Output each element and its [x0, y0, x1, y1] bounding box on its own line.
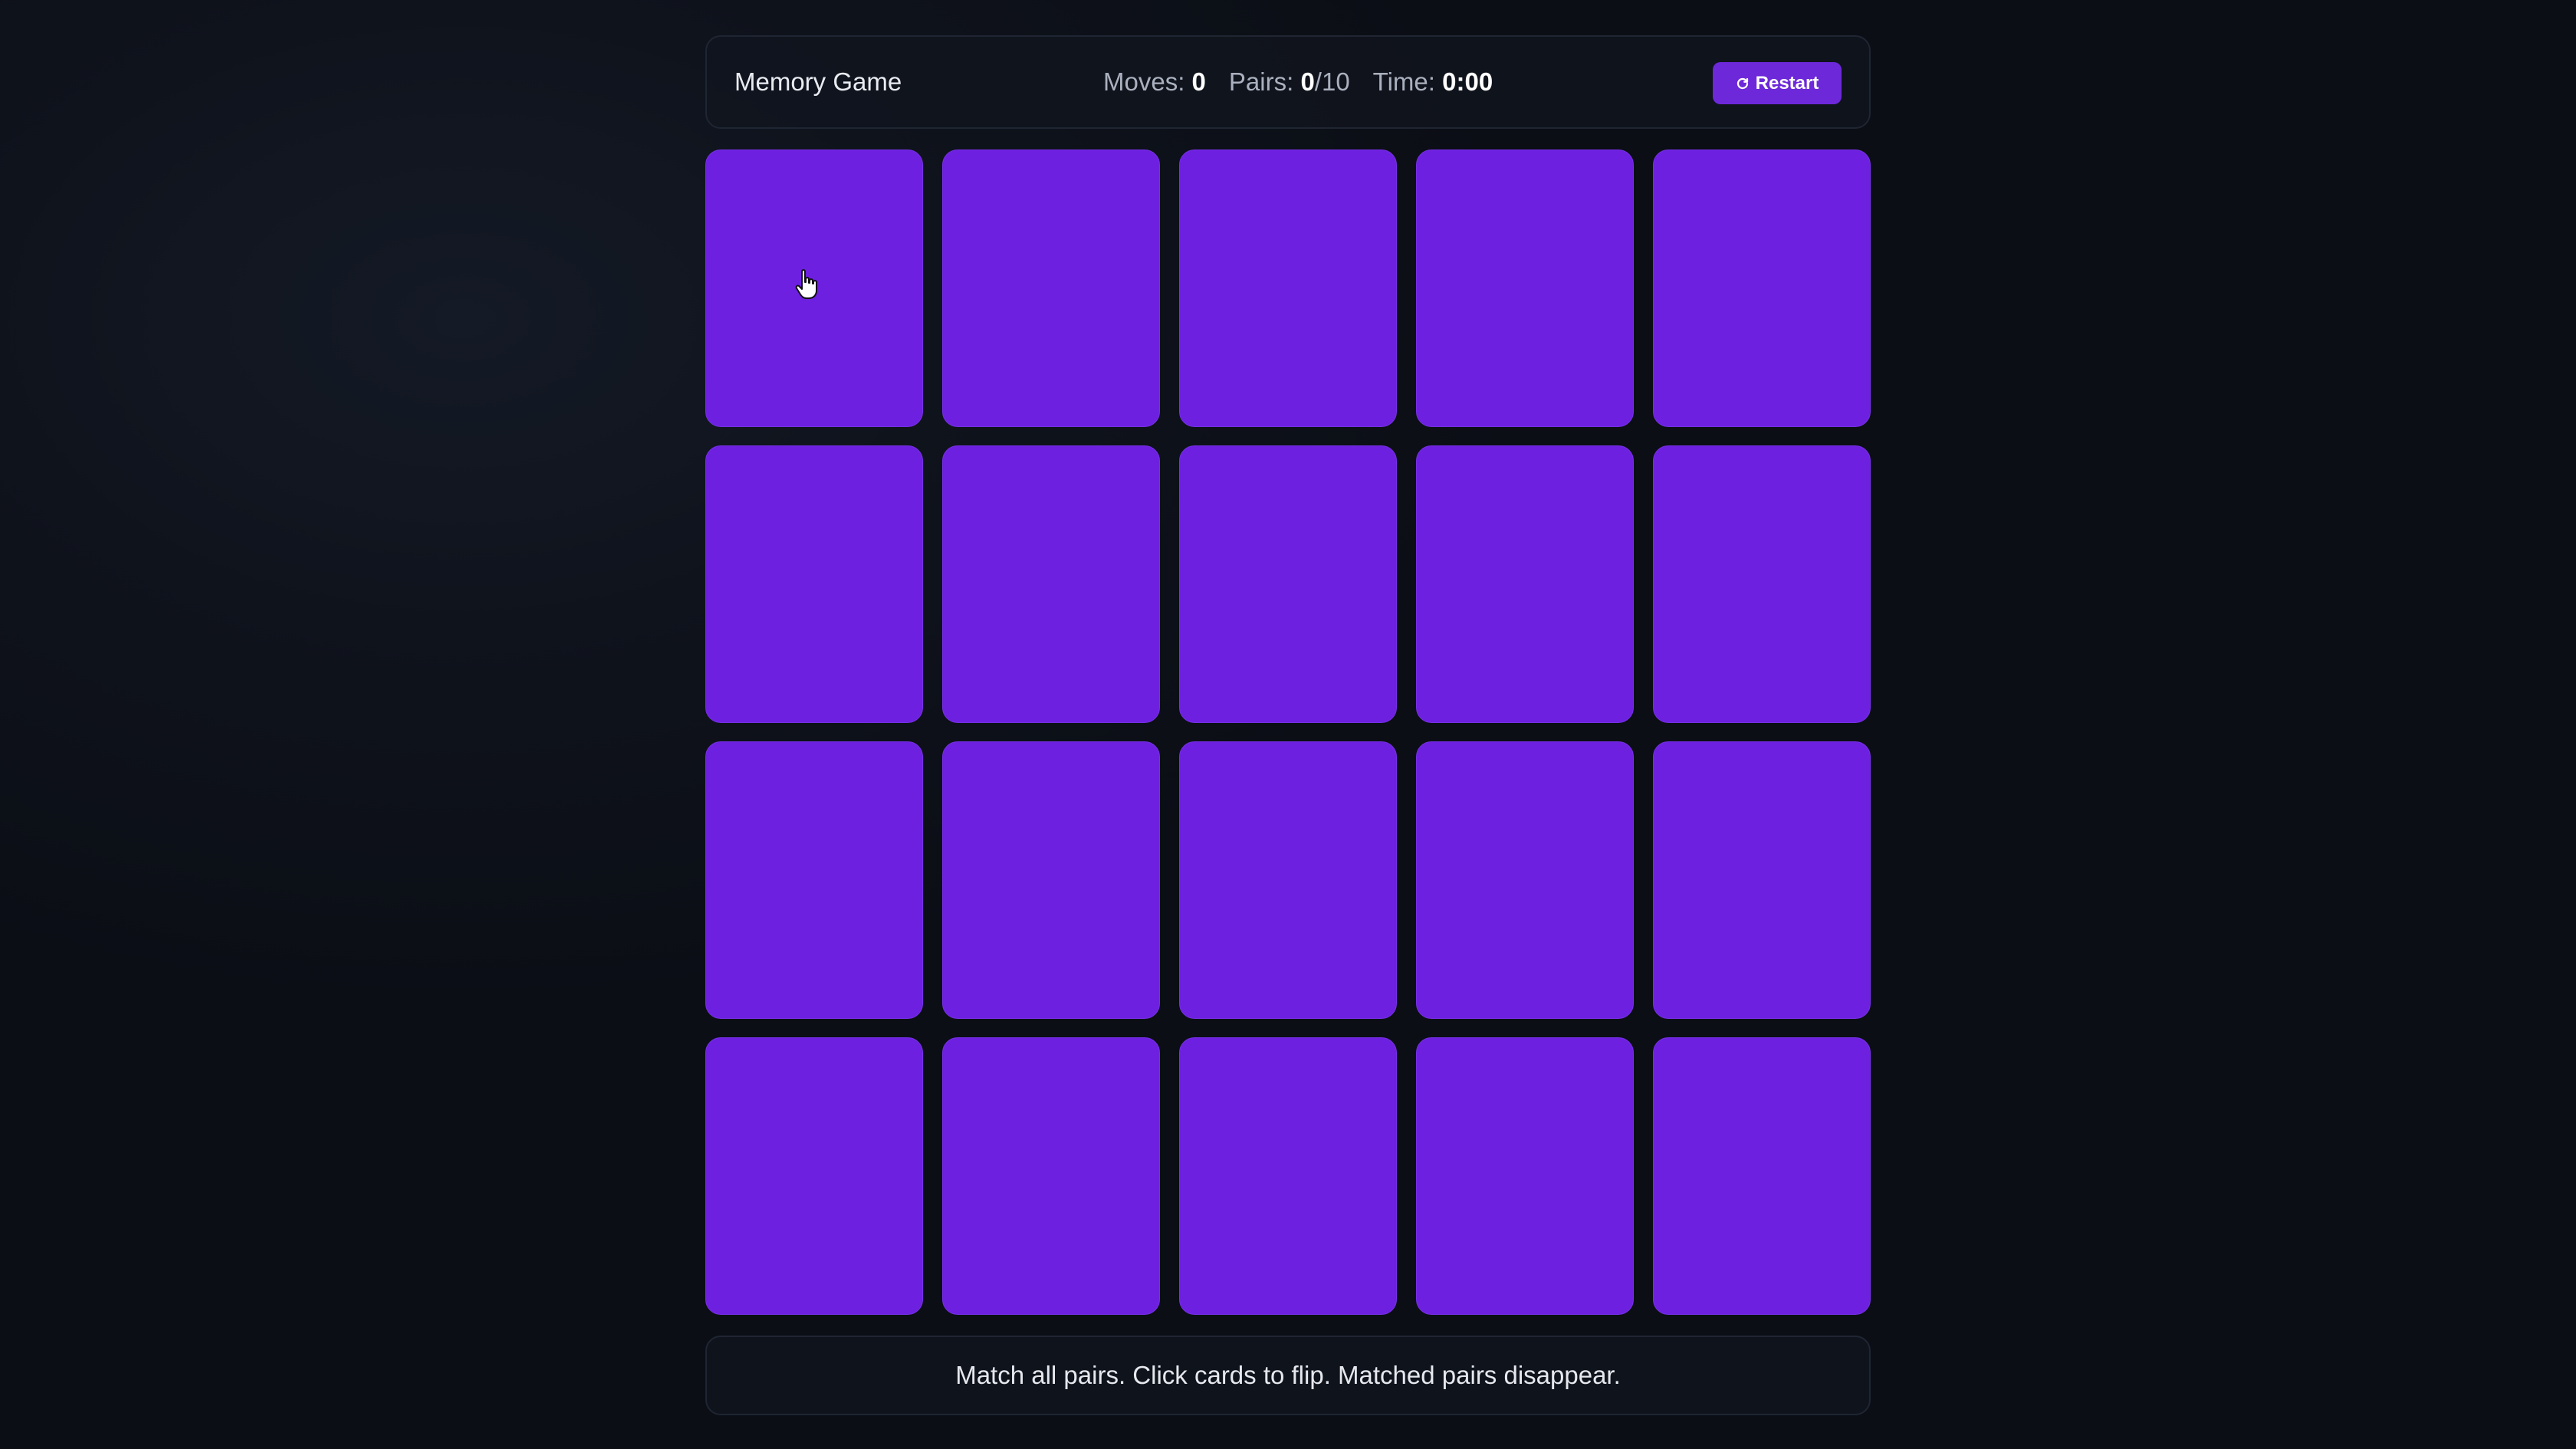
restart-label: Restart — [1755, 72, 1819, 94]
pairs-stat: Pairs: 0/10 — [1229, 67, 1350, 97]
memory-card[interactable] — [1416, 150, 1634, 427]
moves-value: 0 — [1191, 67, 1206, 96]
memory-card[interactable] — [1653, 445, 1871, 723]
memory-card[interactable] — [1653, 1037, 1871, 1315]
memory-card[interactable] — [1179, 150, 1397, 427]
card-grid — [705, 150, 1871, 1315]
memory-card[interactable] — [1416, 741, 1634, 1019]
instructions-panel: Match all pairs. Click cards to flip. Ma… — [705, 1336, 1871, 1415]
memory-card[interactable] — [942, 741, 1160, 1019]
memory-card[interactable] — [942, 1037, 1160, 1315]
time-value: 0:00 — [1442, 67, 1493, 96]
instructions-text: Match all pairs. Click cards to flip. Ma… — [955, 1361, 1621, 1389]
memory-card[interactable] — [1416, 445, 1634, 723]
memory-card[interactable] — [1653, 741, 1871, 1019]
time-label: Time: — [1372, 67, 1435, 96]
moves-label: Moves: — [1103, 67, 1185, 96]
memory-card[interactable] — [705, 1037, 923, 1315]
memory-card[interactable] — [705, 150, 923, 427]
game-header: Memory Game Moves: 0 Pairs: 0/10 Time: 0… — [705, 35, 1871, 129]
refresh-icon — [1736, 77, 1750, 90]
game-container: Memory Game Moves: 0 Pairs: 0/10 Time: 0… — [705, 35, 1871, 1415]
memory-card[interactable] — [1179, 445, 1397, 723]
memory-card[interactable] — [1653, 150, 1871, 427]
memory-card[interactable] — [1179, 741, 1397, 1019]
time-stat: Time: 0:00 — [1373, 67, 1493, 97]
stats-bar: Moves: 0 Pairs: 0/10 Time: 0:00 — [1103, 37, 1493, 127]
memory-card[interactable] — [942, 150, 1160, 427]
restart-button[interactable]: Restart — [1713, 62, 1842, 104]
moves-stat: Moves: 0 — [1103, 67, 1206, 97]
pairs-label: Pairs: — [1228, 67, 1294, 96]
game-title: Memory Game — [734, 67, 902, 96]
pairs-total: /10 — [1314, 67, 1350, 96]
pairs-value: 0 — [1300, 67, 1315, 96]
memory-card[interactable] — [705, 445, 923, 723]
memory-card[interactable] — [1179, 1037, 1397, 1315]
memory-card[interactable] — [1416, 1037, 1634, 1315]
memory-card[interactable] — [942, 445, 1160, 723]
memory-card[interactable] — [705, 741, 923, 1019]
